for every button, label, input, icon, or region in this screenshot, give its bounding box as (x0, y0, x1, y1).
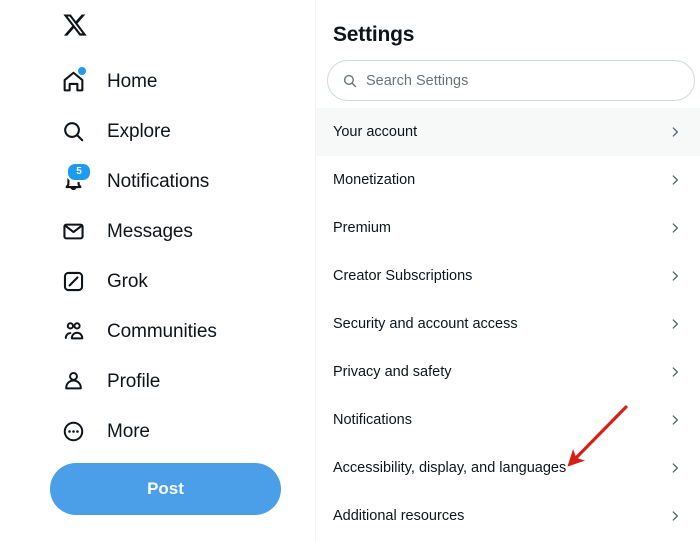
chevron-right-icon (667, 268, 683, 284)
chevron-right-icon (667, 460, 683, 476)
settings-row-security-and-account-access[interactable]: Security and account access (316, 300, 700, 348)
chevron-right-icon (667, 220, 683, 236)
settings-row-label: Additional resources (333, 507, 465, 524)
sidebar-item-label: Explore (107, 120, 171, 142)
person-icon (58, 366, 88, 396)
settings-row-label: Monetization (333, 171, 416, 188)
sidebar-item-messages[interactable]: Messages (0, 206, 316, 256)
chevron-right-icon (667, 124, 683, 140)
primary-sidebar: Home Explore 5 Notifications Messages Gr… (0, 0, 316, 541)
sidebar-item-grok[interactable]: Grok (0, 256, 316, 306)
sidebar-item-label: Communities (107, 320, 217, 342)
settings-row-monetization[interactable]: Monetization (316, 156, 700, 204)
sidebar-item-label: More (107, 420, 150, 442)
page-title: Settings (333, 23, 415, 47)
settings-panel: Settings Your account Monetiza (316, 0, 700, 541)
settings-row-label: Creator Subscriptions (333, 267, 473, 284)
envelope-icon (58, 216, 88, 246)
sidebar-item-label: Home (107, 70, 158, 92)
settings-row-notifications[interactable]: Notifications (316, 396, 700, 444)
settings-row-privacy-and-safety[interactable]: Privacy and safety (316, 348, 700, 396)
sidebar-item-label: Profile (107, 370, 161, 392)
chevron-right-icon (667, 316, 683, 332)
settings-row-label: Premium (333, 219, 392, 236)
sidebar-item-profile[interactable]: Profile (0, 356, 316, 406)
home-unread-dot-badge (77, 66, 87, 76)
sidebar-item-explore[interactable]: Explore (0, 106, 316, 156)
settings-row-your-account[interactable]: Your account (316, 108, 700, 156)
sidebar-nav-list: Home Explore 5 Notifications Messages Gr… (0, 56, 316, 456)
settings-row-additional-resources[interactable]: Additional resources (316, 492, 700, 540)
settings-row-label: Privacy and safety (333, 363, 452, 380)
notifications-count-badge: 5 (66, 162, 92, 182)
chevron-right-icon (667, 364, 683, 380)
settings-row-list: Your account Monetization Premium Creato… (316, 108, 700, 540)
home-icon (58, 66, 88, 96)
sidebar-item-home[interactable]: Home (0, 56, 316, 106)
settings-search-box[interactable] (327, 60, 695, 101)
settings-row-label: Notifications (333, 411, 412, 428)
more-circle-icon (58, 416, 88, 446)
sidebar-item-label: Notifications (107, 170, 210, 192)
settings-row-label: Your account (333, 123, 418, 140)
chevron-right-icon (667, 508, 683, 524)
search-input[interactable] (366, 72, 666, 89)
settings-row-label: Security and account access (333, 315, 518, 332)
sidebar-item-label: Grok (107, 270, 148, 292)
sidebar-item-more[interactable]: More (0, 406, 316, 456)
sidebar-item-notifications[interactable]: 5 Notifications (0, 156, 316, 206)
sidebar-item-communities[interactable]: Communities (0, 306, 316, 356)
search-icon (342, 73, 358, 89)
settings-row-label: Accessibility, display, and languages (333, 459, 567, 476)
app-root: Home Explore 5 Notifications Messages Gr… (0, 0, 700, 541)
search-icon (58, 116, 88, 146)
bell-icon: 5 (58, 162, 92, 196)
communities-icon (58, 316, 88, 346)
grok-icon (58, 266, 88, 296)
settings-row-premium[interactable]: Premium (316, 204, 700, 252)
sidebar-item-label: Messages (107, 220, 193, 242)
x-logo-icon[interactable] (58, 8, 92, 42)
chevron-right-icon (667, 172, 683, 188)
post-button[interactable]: Post (50, 463, 281, 515)
settings-row-accessibility-display-and-languages[interactable]: Accessibility, display, and languages (316, 444, 700, 492)
chevron-right-icon (667, 412, 683, 428)
settings-row-creator-subscriptions[interactable]: Creator Subscriptions (316, 252, 700, 300)
